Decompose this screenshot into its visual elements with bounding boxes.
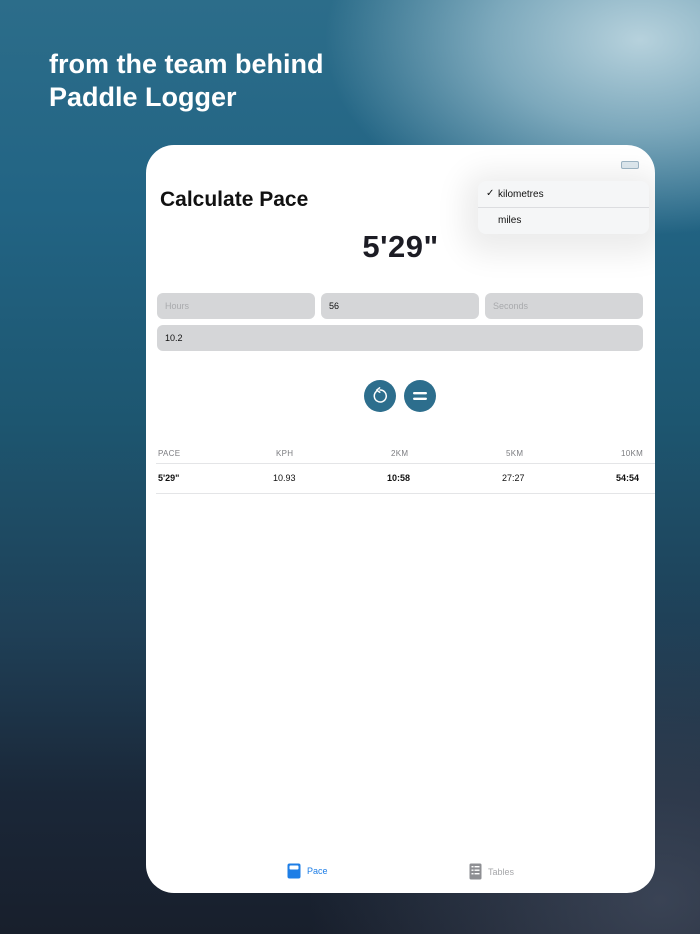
promo-headline: from the team behind Paddle Logger	[49, 48, 324, 114]
table-divider	[156, 493, 655, 494]
unit-dropdown-menu: ✓ kilometres miles	[478, 181, 649, 234]
cell-10km: 54:54	[616, 473, 640, 483]
tab-bar: Pace Tables	[146, 853, 655, 893]
distance-input[interactable]: 10.2	[157, 325, 643, 351]
cell-5km: 27:27	[502, 473, 525, 483]
tab-tables-label: Tables	[488, 866, 515, 877]
menu-item-miles[interactable]: miles	[478, 207, 649, 233]
checkmark-icon: ✓	[486, 188, 495, 199]
header-kph: KPH	[276, 449, 294, 458]
table-divider	[156, 463, 655, 464]
seconds-placeholder: Seconds	[493, 301, 529, 311]
cell-pace: 5'29"	[158, 473, 180, 483]
tables-tab-icon	[469, 863, 482, 880]
page-title: Calculate Pace	[160, 188, 309, 211]
reset-icon	[373, 387, 388, 403]
cell-2km: 10:58	[387, 473, 411, 483]
menu-item-label: miles	[498, 215, 522, 226]
tab-pace[interactable]: Pace	[287, 863, 328, 879]
minutes-input[interactable]: 56	[321, 293, 479, 319]
reset-button[interactable]	[364, 380, 396, 412]
cell-kph: 10.93	[273, 473, 296, 483]
device-frame: Calculate Pace 5'29" ✓ kilometres miles …	[146, 145, 655, 893]
header-2km: 2KM	[391, 449, 409, 458]
pace-result: 5'29"	[362, 229, 439, 264]
promo-headline-line1: from the team behind	[49, 49, 324, 79]
minutes-value: 56	[329, 301, 340, 311]
menu-item-label: kilometres	[498, 188, 544, 200]
header-10km: 10KM	[621, 449, 644, 458]
promo-headline-line2: Paddle Logger	[49, 82, 237, 112]
tab-tables[interactable]: Tables	[469, 863, 514, 880]
tab-pace-label: Pace	[307, 866, 328, 876]
pace-tab-icon	[287, 863, 301, 879]
equals-icon	[413, 392, 427, 400]
seconds-input[interactable]: Seconds	[485, 293, 643, 319]
hours-placeholder: Hours	[165, 301, 190, 311]
header-5km: 5KM	[506, 449, 524, 458]
distance-value: 10.2	[165, 333, 183, 343]
menu-item-kilometres[interactable]: ✓ kilometres	[478, 181, 649, 207]
header-pace: PACE	[158, 449, 181, 458]
hours-input[interactable]: Hours	[157, 293, 315, 319]
calculate-button[interactable]	[404, 380, 436, 412]
status-indicator-icon	[621, 161, 639, 169]
